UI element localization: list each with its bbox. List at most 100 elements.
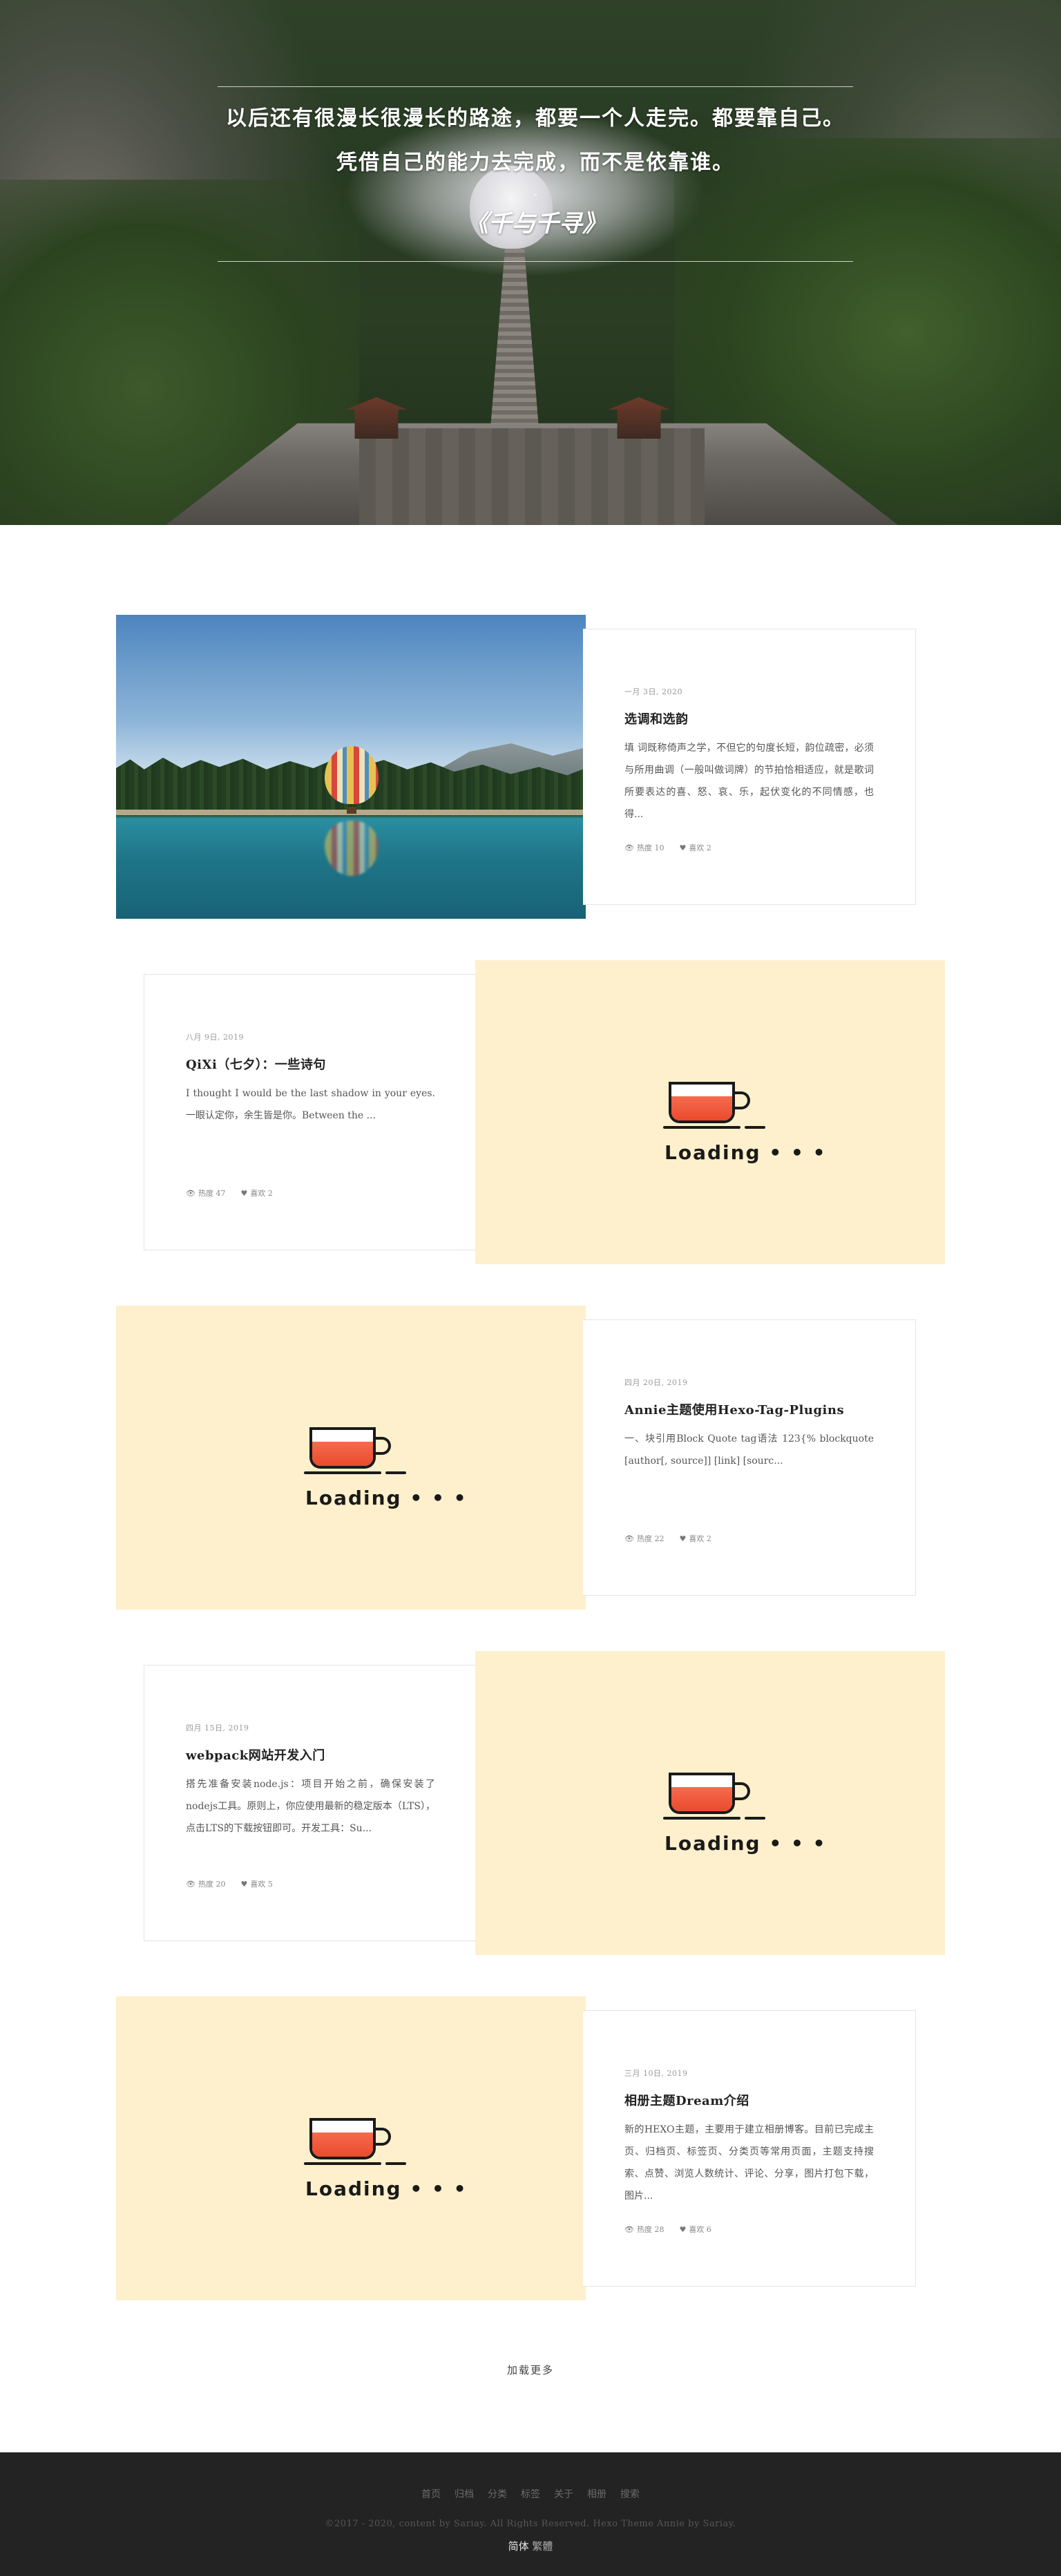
post-info-card: 八月 9日, 2019 QiXi（七夕）：一些诗句 I thought I wo… — [144, 974, 477, 1250]
saucer-line — [304, 1471, 381, 1474]
loading-placeholder: Loading • • • — [116, 1996, 586, 2300]
lang-simplified[interactable]: 简体 — [508, 2540, 529, 2553]
photo-basket — [347, 807, 356, 814]
lang-traditional[interactable]: 繁體 — [532, 2540, 553, 2553]
saucer-line-short — [385, 1471, 406, 1474]
hero-pavilion-right — [608, 397, 670, 439]
post-date: 一月 3日, 2020 — [624, 687, 682, 696]
post-card[interactable]: Loading • • • 三月 10日, 2019 相册主题Dream介绍 新… — [0, 1996, 1061, 2300]
post-excerpt: I thought I would be the last shadow in … — [186, 1088, 435, 1121]
teacup-icon — [669, 1082, 735, 1123]
footer-link-home[interactable]: 首页 — [421, 2487, 441, 2501]
loading-label: Loading • • • — [305, 1487, 468, 1509]
footer-link-categories[interactable]: 分类 — [488, 2487, 507, 2501]
quote-dash: - — [533, 187, 537, 200]
teacup-icon — [669, 1773, 735, 1814]
post-likes: 喜欢 6 — [689, 2225, 711, 2234]
post-excerpt: 填 词既称倚声之学，不但它的句度长短，韵位疏密，必须与所用曲调（一般叫做词牌）的… — [624, 743, 874, 820]
footer-link-tags[interactable]: 标签 — [521, 2487, 540, 2501]
quote-source: 《千与千寻》 — [465, 210, 606, 238]
post-thumbnail[interactable]: Loading • • • — [475, 960, 945, 1264]
quote-rule-top — [218, 86, 853, 87]
teacup-icon — [309, 2118, 376, 2159]
saucer-line — [304, 2162, 381, 2165]
post-thumbnail[interactable] — [116, 615, 586, 919]
post-date: 四月 20日, 2019 — [624, 1378, 688, 1387]
post-list: 一月 3日, 2020 选调和选韵 填 词既称倚声之学，不但它的句度长短，韵位疏… — [0, 525, 1061, 2452]
footer-link-search[interactable]: 搜索 — [620, 2487, 640, 2501]
post-excerpt: 搭先准备安装node.js：项目开始之前，确保安装了nodejs工具。原则上，你… — [186, 1779, 435, 1834]
saucer-line-short — [745, 1817, 765, 1820]
post-card[interactable]: 四月 15日, 2019 webpack网站开发入门 搭先准备安装node.js… — [0, 1651, 1061, 1955]
teacup-icon — [309, 1427, 376, 1469]
post-thumbnail[interactable]: Loading • • • — [116, 1306, 586, 1610]
post-card[interactable]: 一月 3日, 2020 选调和选韵 填 词既称倚声之学，不但它的句度长短，韵位疏… — [0, 615, 1061, 919]
hero-gate-wall — [359, 428, 705, 525]
post-date: 三月 10日, 2019 — [624, 2069, 688, 2078]
post-likes: 喜欢 2 — [689, 1534, 711, 1543]
load-more-button[interactable]: 加载更多 — [0, 2363, 1061, 2377]
post-title[interactable]: webpack网站开发入门 — [186, 1746, 435, 1764]
loading-label: Loading • • • — [305, 2177, 468, 2200]
photo-reflection — [325, 821, 379, 876]
hero-quote: 以后还有很漫长很漫长的路途，都要一个人走完。都要靠自己。 凭借自己的能力去完成，… — [218, 86, 853, 266]
post-card[interactable]: 八月 9日, 2019 QiXi（七夕）：一些诗句 I thought I wo… — [0, 960, 1061, 1264]
post-info-card: 三月 10日, 2019 相册主题Dream介绍 新的HEXO主题，主要用于建立… — [583, 2010, 916, 2287]
eye-icon: 👁 — [186, 1188, 195, 1198]
teacup-handle — [732, 1091, 750, 1109]
footer-link-archive[interactable]: 归档 — [455, 2487, 474, 2501]
teacup-handle — [373, 1437, 391, 1455]
loading-label: Loading • • • — [665, 1141, 827, 1164]
site-footer: 首页 归档 分类 标签 关于 相册 搜索 ©2017 - 2020, conte… — [0, 2452, 1061, 2576]
footer-link-gallery[interactable]: 相册 — [587, 2487, 606, 2501]
loading-label: Loading • • • — [665, 1832, 827, 1855]
post-thumbnail[interactable]: Loading • • • — [116, 1996, 586, 2300]
post-thumbnail[interactable]: Loading • • • — [475, 1651, 945, 1955]
hero-stairs — [490, 249, 539, 428]
post-views: 热度 47 — [198, 1189, 226, 1198]
saucer-line — [663, 1817, 740, 1820]
post-title[interactable]: 选调和选韵 — [624, 709, 874, 727]
footer-link-about[interactable]: 关于 — [554, 2487, 573, 2501]
saucer-line-short — [745, 1126, 765, 1129]
post-meta: 👁 热度 28 ♥ 喜欢 6 — [624, 2224, 874, 2235]
post-meta: 👁 热度 22 ♥ 喜欢 2 — [624, 1533, 874, 1544]
footer-nav: 首页 归档 分类 标签 关于 相册 搜索 — [0, 2487, 1061, 2501]
post-views: 热度 28 — [636, 2225, 665, 2234]
eye-icon: 👁 — [624, 843, 634, 852]
post-meta: 👁 热度 47 ♥ 喜欢 2 — [186, 1187, 435, 1199]
heart-icon: ♥ — [240, 1188, 248, 1198]
saucer-line — [663, 1126, 740, 1129]
post-info-card: 四月 20日, 2019 Annie主题使用Hexo-Tag-Plugins 一… — [583, 1319, 916, 1596]
heart-icon: ♥ — [240, 1879, 248, 1889]
post-info-card: 一月 3日, 2020 选调和选韵 填 词既称倚声之学，不但它的句度长短，韵位疏… — [583, 629, 916, 905]
quote-line-2: 凭借自己的能力去完成，而不是依靠谁。 — [336, 151, 734, 175]
post-title[interactable]: Annie主题使用Hexo-Tag-Plugins — [624, 1400, 874, 1418]
post-card[interactable]: Loading • • • 四月 20日, 2019 Annie主题使用Hexo… — [0, 1306, 1061, 1610]
post-title[interactable]: 相册主题Dream介绍 — [624, 2091, 874, 2109]
post-views: 热度 10 — [636, 843, 665, 852]
post-meta: 👁 热度 20 ♥ 喜欢 5 — [186, 1878, 435, 1889]
post-likes: 喜欢 2 — [250, 1189, 273, 1198]
post-views: 热度 22 — [636, 1534, 665, 1543]
post-title[interactable]: QiXi（七夕）：一些诗句 — [186, 1055, 435, 1073]
heart-icon: ♥ — [679, 2224, 687, 2234]
post-date: 八月 9日, 2019 — [186, 1033, 244, 1042]
heart-icon: ♥ — [679, 1534, 687, 1543]
eye-icon: 👁 — [624, 1534, 634, 1543]
teacup-handle — [732, 1782, 750, 1800]
photo-balloon — [325, 746, 379, 804]
quote-rule-bottom — [218, 261, 853, 262]
post-info-card: 四月 15日, 2019 webpack网站开发入门 搭先准备安装node.js… — [144, 1665, 477, 1941]
loading-placeholder: Loading • • • — [116, 1306, 586, 1610]
language-switcher: 简体 繁體 — [0, 2539, 1061, 2553]
balloon-lake-photo — [116, 615, 586, 919]
quote-line-1: 以后还有很漫长很漫长的路途，都要一个人走完。都要靠自己。 — [226, 106, 845, 131]
hero-banner: 以后还有很漫长很漫长的路途，都要一个人走完。都要靠自己。 凭借自己的能力去完成，… — [0, 0, 1061, 525]
post-excerpt: 一、块引用Block Quote tag语法 123{% blockquote … — [624, 1433, 874, 1467]
footer-copyright: ©2017 - 2020, content by Sariay. All Rig… — [325, 2519, 736, 2529]
saucer-line-short — [385, 2162, 406, 2165]
post-date: 四月 15日, 2019 — [186, 1724, 249, 1733]
post-likes: 喜欢 2 — [689, 843, 711, 852]
loading-placeholder: Loading • • • — [475, 1651, 945, 1955]
